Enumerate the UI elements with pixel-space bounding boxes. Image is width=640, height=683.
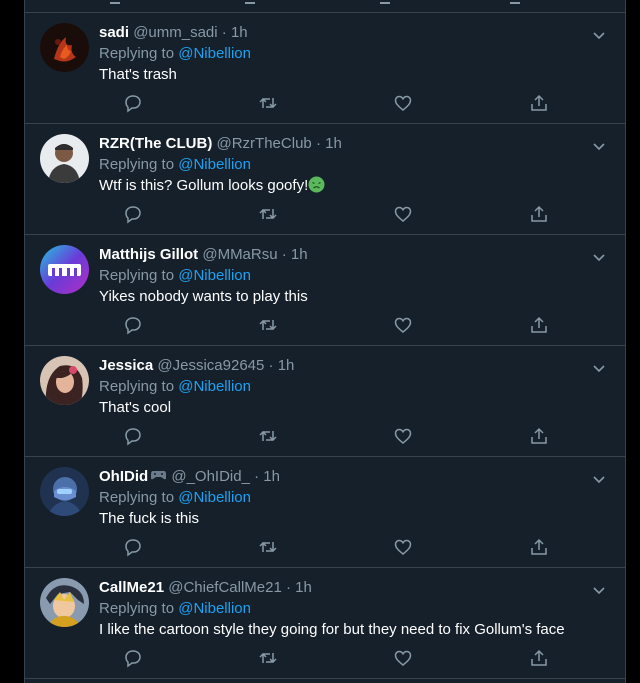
retweet-icon[interactable] xyxy=(258,648,278,668)
share-icon[interactable] xyxy=(529,204,549,224)
user-handle[interactable]: @ChiefCallMe21 xyxy=(168,579,282,596)
mention-link[interactable]: @Nibellion xyxy=(178,378,251,395)
tweet-text: The fuck is this xyxy=(99,510,200,527)
mention-link[interactable]: @Nibellion xyxy=(178,45,251,62)
share-icon[interactable] xyxy=(510,0,520,4)
reply-icon[interactable] xyxy=(123,204,143,224)
chevron-down-icon[interactable] xyxy=(591,249,607,265)
retweet-icon[interactable] xyxy=(258,204,278,224)
share-icon[interactable] xyxy=(529,648,549,668)
replying-to-label: Replying to xyxy=(99,489,179,506)
user-handle[interactable]: @_OhIDid_ xyxy=(171,468,250,485)
timestamp[interactable]: 1h xyxy=(231,24,248,41)
reply-icon[interactable] xyxy=(110,0,120,4)
timestamp[interactable]: 1h xyxy=(291,246,308,263)
reply-icon[interactable] xyxy=(123,315,143,335)
mention-link[interactable]: @Nibellion xyxy=(178,489,251,506)
user-handle[interactable]: @MMaRsu xyxy=(202,246,277,263)
avatar[interactable] xyxy=(40,356,89,405)
user-handle[interactable]: @umm_sadi xyxy=(133,24,217,41)
tweet[interactable]: Matthijs Gillot @MMaRsu · 1h Replying to… xyxy=(25,235,625,346)
retweet-icon[interactable] xyxy=(258,93,278,113)
mention-link[interactable]: @Nibellion xyxy=(178,267,251,284)
replying-to-label: Replying to xyxy=(99,45,179,62)
tweet-actions xyxy=(99,426,547,446)
display-name[interactable]: sadi xyxy=(99,24,129,41)
retweet-icon[interactable] xyxy=(258,426,278,446)
tweet-actions xyxy=(99,204,547,224)
share-icon[interactable] xyxy=(529,537,549,557)
tweet-text: Yikes nobody wants to play this xyxy=(99,288,308,305)
timestamp[interactable]: 1h xyxy=(295,579,312,596)
display-name[interactable]: OhIDid xyxy=(99,468,148,485)
chevron-down-icon[interactable] xyxy=(591,360,607,376)
avatar[interactable] xyxy=(40,245,89,294)
display-name[interactable]: Matthijs Gillot xyxy=(99,246,198,263)
retweet-icon[interactable] xyxy=(258,315,278,335)
game-controller-icon xyxy=(150,467,167,480)
replying-to-label: Replying to xyxy=(99,600,179,617)
tweet-text: That's trash xyxy=(99,66,177,83)
reply-icon[interactable] xyxy=(123,537,143,557)
chevron-down-icon[interactable] xyxy=(591,471,607,487)
separator-dot: · xyxy=(254,468,260,485)
tweet-actions xyxy=(99,648,547,668)
avatar[interactable] xyxy=(40,467,89,516)
chevron-down-icon[interactable] xyxy=(591,582,607,598)
tweet[interactable]: Jessica @Jessica92645 · 1h Replying to @… xyxy=(25,346,625,457)
nauseated-face-icon xyxy=(308,176,325,193)
tweet-text: I like the cartoon style they going for … xyxy=(99,621,565,638)
tweet[interactable]: sadi @umm_sadi · 1h Replying to @Nibelli… xyxy=(25,13,625,124)
display-name[interactable]: CallMe21 xyxy=(99,579,164,596)
user-handle[interactable]: @Jessica92645 xyxy=(157,357,264,374)
heart-icon[interactable] xyxy=(393,537,413,557)
heart-icon[interactable] xyxy=(393,93,413,113)
reply-icon[interactable] xyxy=(123,426,143,446)
avatar[interactable] xyxy=(40,578,89,627)
tweet[interactable]: RZR(The CLUB) @RzrTheClub · 1h Replying … xyxy=(25,124,625,235)
tweet[interactable]: OhIDid @_OhIDid_ · 1h Replying to @Nibel… xyxy=(25,457,625,568)
avatar[interactable] xyxy=(40,23,89,72)
tweet-actions xyxy=(99,537,547,557)
avatar[interactable] xyxy=(40,134,89,183)
display-name[interactable]: RZR(The CLUB) xyxy=(99,135,212,152)
reply-icon[interactable] xyxy=(123,648,143,668)
separator-dot: · xyxy=(221,24,227,41)
chevron-down-icon[interactable] xyxy=(591,27,607,43)
share-icon[interactable] xyxy=(529,93,549,113)
tweet-text: Wtf is this? Gollum looks goofy! xyxy=(99,177,309,194)
chevron-down-icon[interactable] xyxy=(591,138,607,154)
timeline-column: sadi @umm_sadi · 1h Replying to @Nibelli… xyxy=(24,0,626,683)
timestamp[interactable]: 1h xyxy=(278,357,295,374)
user-handle[interactable]: @RzrTheClub xyxy=(217,135,312,152)
previous-tweet-actions xyxy=(25,0,625,13)
timestamp[interactable]: 1h xyxy=(325,135,342,152)
mention-link[interactable]: @Nibellion xyxy=(178,156,251,173)
heart-icon[interactable] xyxy=(380,0,390,4)
tweet-actions xyxy=(99,315,547,335)
tweet-text: That's cool xyxy=(99,399,172,416)
heart-icon[interactable] xyxy=(393,315,413,335)
heart-icon[interactable] xyxy=(393,204,413,224)
separator-dot: · xyxy=(286,579,291,596)
share-icon[interactable] xyxy=(529,426,549,446)
tweet-actions xyxy=(99,93,547,113)
retweet-icon[interactable] xyxy=(245,0,255,4)
separator-dot: · xyxy=(315,135,321,152)
reply-icon[interactable] xyxy=(123,93,143,113)
heart-icon[interactable] xyxy=(393,648,413,668)
replying-to-label: Replying to xyxy=(99,378,179,395)
timestamp[interactable]: 1h xyxy=(263,468,280,485)
heart-icon[interactable] xyxy=(393,426,413,446)
mention-link[interactable]: @Nibellion xyxy=(178,600,251,617)
display-name[interactable]: Jessica xyxy=(99,357,153,374)
tweet[interactable]: CallMe21 @ChiefCallMe21 · 1h Replying to… xyxy=(25,568,625,679)
replying-to-label: Replying to xyxy=(99,267,179,284)
replying-to-label: Replying to xyxy=(99,156,179,173)
separator-dot: · xyxy=(281,246,287,263)
retweet-icon[interactable] xyxy=(258,537,278,557)
separator-dot: · xyxy=(268,357,274,374)
share-icon[interactable] xyxy=(529,315,549,335)
